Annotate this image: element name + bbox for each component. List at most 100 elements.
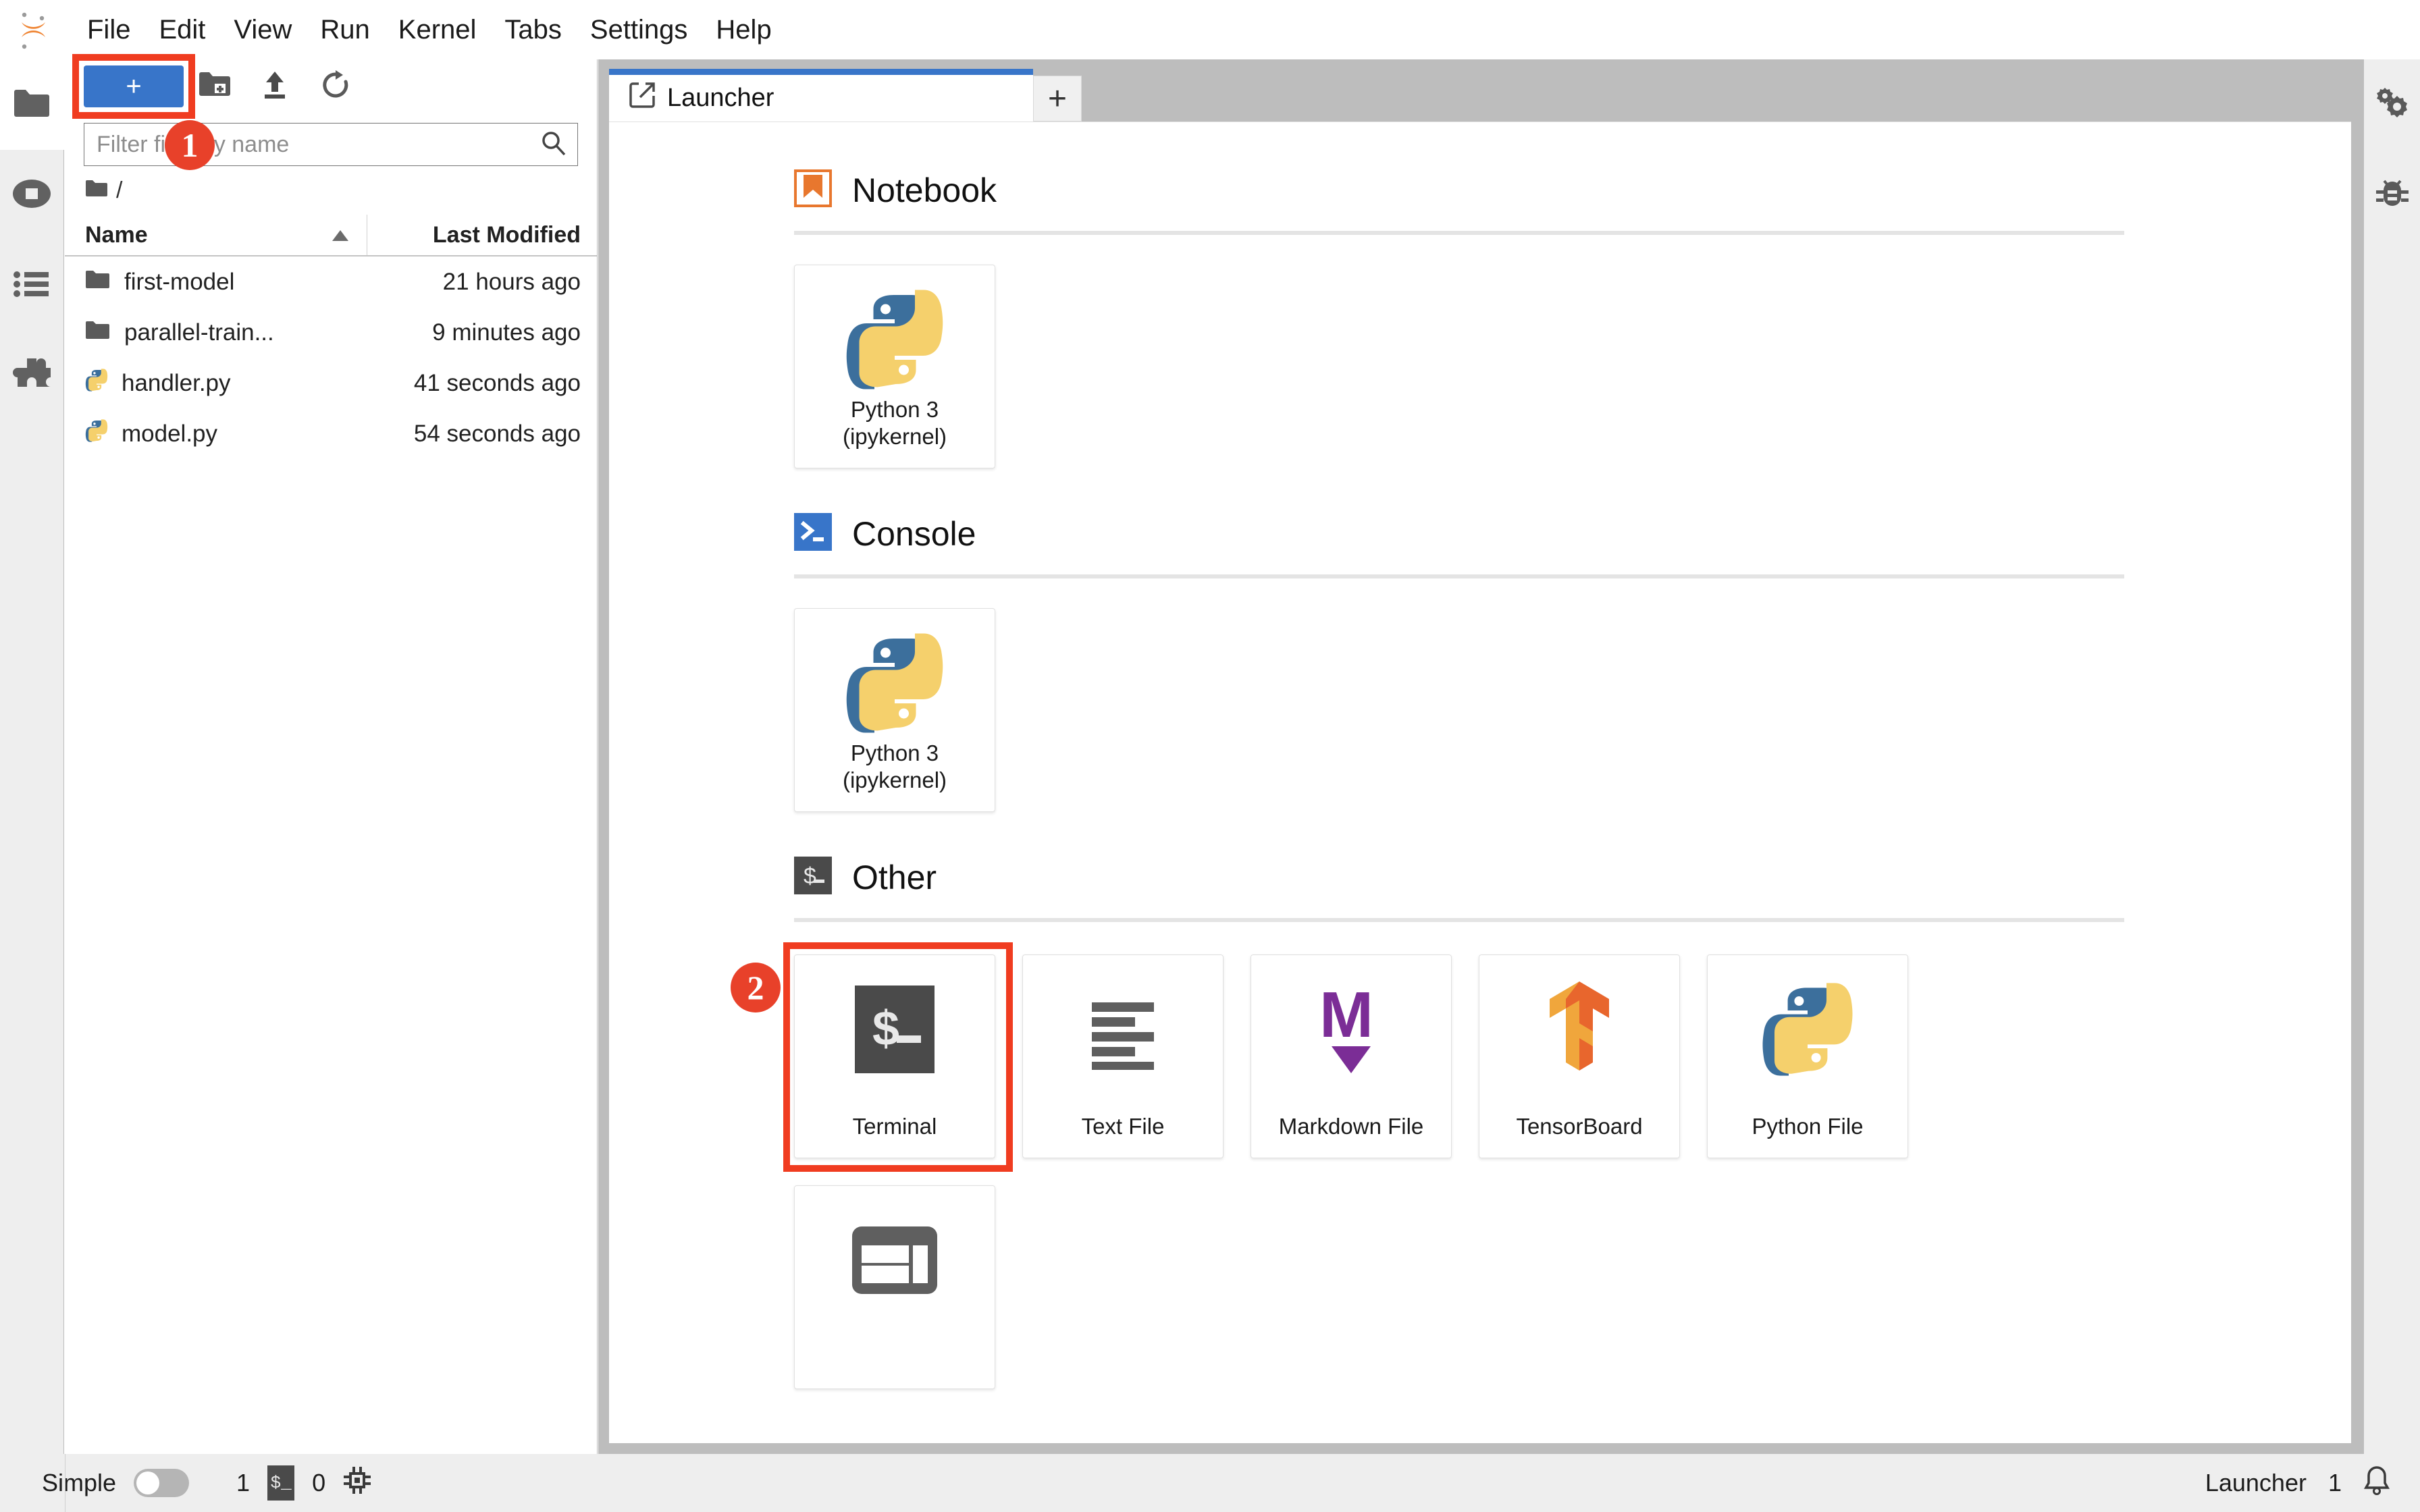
list-icon — [14, 270, 50, 302]
table-row[interactable]: handler.py 41 seconds ago — [65, 358, 597, 408]
tab-bar: Launcher + — [609, 69, 2351, 122]
section-header-other: $ Other — [609, 857, 2351, 898]
tensorboard-icon — [1536, 975, 1623, 1083]
menu-item-kernel[interactable]: Kernel — [384, 0, 491, 59]
stop-circle-icon — [12, 177, 51, 214]
annotation-badge-2-label: 2 — [747, 969, 764, 1006]
menu-item-file[interactable]: File — [73, 0, 144, 59]
bell-icon[interactable] — [2363, 1465, 2390, 1501]
python-file-card[interactable]: Python File — [1707, 954, 1908, 1158]
card-label-line2: (ipykernel) — [842, 767, 947, 792]
section-divider — [794, 574, 2124, 578]
kernel-count[interactable]: 1 — [236, 1469, 250, 1497]
terminal-dollar-icon[interactable]: $_ — [267, 1465, 295, 1501]
sidebar-item-file-browser[interactable] — [0, 59, 64, 150]
text-file-card[interactable]: Text File — [1022, 954, 1224, 1158]
folder-icon — [85, 178, 108, 204]
column-header-last-modified[interactable]: Last Modified — [367, 215, 597, 255]
card-label: Text File — [1078, 1113, 1169, 1140]
table-row[interactable]: first-model 21 hours ago — [65, 256, 597, 307]
new-tab-button[interactable]: + — [1033, 76, 1082, 122]
table-row[interactable]: model.py 54 seconds ago — [65, 408, 597, 459]
status-bar-left: Simple 1 $_ 0 — [0, 1465, 371, 1501]
section-header-console: Console — [609, 513, 2351, 554]
card-label: Python 3 (ipykernel) — [839, 740, 951, 794]
card-label: Python 3 (ipykernel) — [839, 396, 951, 451]
launcher-section-other: $ Other 2 $ Terminal Text File M Markdow… — [609, 812, 2351, 1389]
menu-item-edit[interactable]: Edit — [144, 0, 219, 59]
terminal-count[interactable]: 0 — [312, 1469, 325, 1497]
card-label: Python File — [1747, 1113, 1867, 1140]
svg-text:$: $ — [804, 863, 816, 889]
new-folder-button[interactable] — [184, 65, 244, 107]
launcher-content: Notebook Python 3 (ipykernel) Console Py… — [609, 122, 2351, 1443]
jupyter-logo-icon — [18, 9, 49, 51]
markdown-file-card[interactable]: M Markdown File — [1251, 954, 1452, 1158]
file-list-header: Name Last Modified — [65, 215, 597, 256]
file-modified-cell: 54 seconds ago — [413, 420, 581, 447]
contextual-help-card[interactable] — [794, 1185, 995, 1389]
card-label-line1: Python 3 — [850, 740, 939, 765]
menu-item-help[interactable]: Help — [702, 0, 785, 59]
text-lines-icon — [1082, 975, 1163, 1083]
filter-files-field[interactable] — [84, 123, 578, 166]
annotation-badge-2: 2 — [731, 963, 781, 1013]
column-header-name-label: Name — [85, 221, 148, 248]
file-name-label: model.py — [122, 420, 218, 447]
terminal-card[interactable]: $ Terminal — [794, 954, 995, 1158]
file-modified-cell: 41 seconds ago — [413, 369, 581, 396]
file-name-cell: model.py — [65, 419, 367, 448]
file-name-cell: handler.py — [65, 369, 367, 398]
sort-ascending-icon — [330, 222, 350, 248]
active-widget-label[interactable]: Launcher — [2205, 1469, 2307, 1497]
annotation-badge-1-label: 1 — [181, 126, 199, 164]
simple-mode-label: Simple — [42, 1469, 117, 1496]
menu-item-view[interactable]: View — [219, 0, 306, 59]
status-bar: Simple 1 $_ 0 Launcher 1 — [0, 1454, 2420, 1512]
python-file-icon — [85, 369, 108, 398]
tab-launcher[interactable]: Launcher — [609, 69, 1033, 122]
new-launcher-button-wrap: + — [72, 54, 195, 119]
card-label-line1: Markdown File — [1278, 1113, 1424, 1139]
menu-item-settings[interactable]: Settings — [576, 0, 702, 59]
refresh-button[interactable] — [305, 65, 366, 107]
sidebar-item-running[interactable] — [0, 150, 64, 240]
status-bar-right: Launcher 1 — [2205, 1465, 2420, 1501]
sidebar-item-extension-manager[interactable] — [0, 331, 64, 421]
contextual-help-panel-icon — [851, 1206, 939, 1314]
upload-icon — [261, 70, 289, 103]
menu-item-run[interactable]: Run — [306, 0, 384, 59]
notebook-python3-card[interactable]: Python 3 (ipykernel) — [794, 265, 995, 468]
column-header-name[interactable]: Name — [65, 215, 367, 255]
sidebar-item-table-of-contents[interactable] — [0, 240, 64, 331]
upload-button[interactable] — [244, 65, 305, 107]
python-file-icon — [85, 419, 108, 448]
right-activity-bar — [2363, 59, 2420, 1454]
folder-icon — [85, 319, 111, 346]
card-label-line1: Python File — [1752, 1113, 1864, 1139]
file-name-label: first-model — [124, 268, 235, 295]
sidebar-item-debugger[interactable] — [2364, 150, 2420, 240]
launcher-cards-console: Python 3 (ipykernel) — [609, 608, 2351, 812]
section-title-other: Other — [852, 858, 937, 896]
menu-item-tabs[interactable]: Tabs — [490, 0, 576, 59]
launcher-cards-other-row2 — [609, 1185, 2351, 1389]
card-label: Markdown File — [1275, 1113, 1428, 1140]
cpu-chip-icon[interactable] — [343, 1466, 371, 1501]
bug-icon — [2375, 177, 2410, 214]
simple-mode-toggle[interactable] — [134, 1469, 190, 1497]
new-launcher-button[interactable]: + — [84, 65, 184, 107]
filter-files-input[interactable] — [97, 131, 541, 158]
sidebar-item-property-inspector[interactable] — [2364, 59, 2420, 150]
table-row[interactable]: parallel-train... 9 minutes ago — [65, 307, 597, 358]
tensorboard-card[interactable]: TensorBoard — [1479, 954, 1680, 1158]
python-logo-icon — [844, 629, 945, 737]
breadcrumb[interactable]: / — [65, 166, 597, 215]
toggle-knob — [136, 1472, 160, 1494]
file-name-label: handler.py — [122, 369, 231, 396]
console-python3-card[interactable]: Python 3 (ipykernel) — [794, 608, 995, 812]
file-list: first-model 21 hours ago parallel-train.… — [65, 256, 597, 459]
terminal-dollar-icon: $ — [794, 857, 832, 898]
section-title-console: Console — [852, 514, 976, 553]
folder-icon — [13, 88, 51, 122]
